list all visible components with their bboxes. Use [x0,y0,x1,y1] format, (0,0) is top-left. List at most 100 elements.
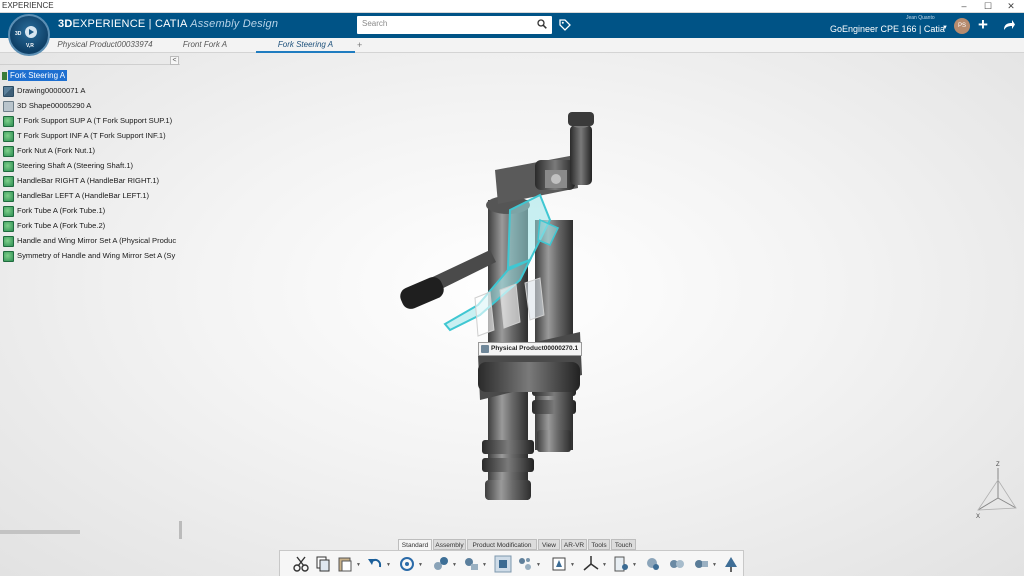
measure-icon[interactable] [644,555,662,573]
tree-item-steering-shaft[interactable]: Steering Shaft A (Steering Shaft.1) [3,159,181,173]
shape-icon [3,100,14,112]
share-icon[interactable] [1002,18,1016,32]
tree-root[interactable]: Fork Steering A [2,70,68,81]
chevron-down-icon[interactable]: ▼ [712,562,717,568]
tree-item-label: Handle and Wing Mirror Set A (Physical P… [17,236,177,245]
tree-item-label: Fork Tube A (Fork Tube.1) [17,206,106,215]
compass-icon[interactable] [582,555,600,573]
tree-item-fork-nut[interactable]: Fork Nut A (Fork Nut.1) [3,144,181,158]
tree-item-label: 3D Shape00005290 A [17,101,92,110]
brand-text: EXPERIENCE | CATIA [72,18,187,30]
action-bar: ▼ ▼ ▼ ▼ ▼ ▼ ▼ ▼ ▼ ▼ [279,550,744,576]
tree-item-fork-support-sup[interactable]: T Fork Support SUP A (T Fork Support SUP… [3,114,181,128]
explode-icon[interactable] [516,555,534,573]
update-icon[interactable] [398,555,416,573]
add-icon[interactable]: + [978,16,988,34]
chevron-down-icon[interactable]: ▼ [386,562,391,568]
tab-physical-product[interactable]: Physical Product00033974 [55,38,155,53]
publish-icon[interactable] [722,555,740,573]
tree-item-label: Fork Nut A (Fork Nut.1) [17,146,96,155]
tree-item-fork-tube-2[interactable]: Fork Tube A (Fork Tube.2) [3,219,181,233]
section-touch[interactable]: Touch [611,539,636,550]
tree-item-handlebar-left[interactable]: HandleBar LEFT A (HandleBar LEFT.1) [3,189,181,203]
section-standard[interactable]: Standard [398,539,432,550]
compass-3d-label: 3D [15,31,22,37]
chevron-down-icon[interactable]: ▼ [482,562,487,568]
chevron-down-icon[interactable]: ▼ [356,562,361,568]
axis-x-label: X [976,514,980,520]
product-icon [481,345,489,353]
app-header: 3DEXPERIENCE | CATIA Assembly Design Sea… [0,13,1024,38]
search-box[interactable]: Search [357,16,552,34]
clash-icon[interactable] [692,555,710,573]
section-view[interactable]: View [538,539,560,550]
avatar[interactable]: PS [954,18,970,34]
tree-item-drawing[interactable]: Drawing00000071 A [3,84,181,98]
minimize-button[interactable]: – [953,0,975,12]
manipulate-icon[interactable] [550,555,568,573]
tree-item-label: HandleBar RIGHT A (HandleBar RIGHT.1) [17,176,160,185]
section-ar-vr[interactable]: AR-VR [561,539,587,550]
search-icon[interactable] [537,19,547,29]
tree-root-label: Fork Steering A [8,70,68,81]
tree-item-handlebar-right[interactable]: HandleBar RIGHT A (HandleBar RIGHT.1) [3,174,181,188]
section-product-modification[interactable]: Product Modification [467,539,537,550]
chevron-down-icon[interactable]: ▼ [602,562,607,568]
selection-label[interactable]: Physical Product00000270.1 [478,342,583,356]
collapse-tree-button[interactable]: < [170,56,179,65]
copy-icon[interactable] [314,555,332,573]
product-root-icon [2,71,7,80]
chevron-down-icon[interactable]: ▼ [632,562,637,568]
tree-item-fork-tube-1[interactable]: Fork Tube A (Fork Tube.1) [3,204,181,218]
paste-icon[interactable] [336,555,354,573]
part-icon [3,205,14,217]
tree-item-label: Fork Tube A (Fork Tube.2) [17,221,106,230]
tab-fork-steering[interactable]: Fork Steering A [256,38,355,53]
section-tools[interactable]: Tools [588,539,610,550]
tree-item-fork-support-inf[interactable]: T Fork Support INF A (T Fork Support INF… [3,129,181,143]
chevron-down-icon[interactable]: ▼ [536,562,541,568]
tag-icon[interactable] [558,18,572,32]
maximize-button[interactable]: ☐ [977,0,999,12]
compass-button[interactable]: 3D V,R [8,14,50,56]
tree-item-3d-shape[interactable]: 3D Shape00005290 A [3,99,181,113]
new-tab-button[interactable]: + [357,38,362,52]
os-title-bar: EXPERIENCE – ☐ ✕ [0,0,1024,13]
part-icon [3,175,14,187]
search-placeholder: Search [362,19,388,28]
tree-item-label: T Fork Support SUP A (T Fork Support SUP… [17,116,173,125]
play-icon [25,26,37,38]
tree-item-symmetry-mirror-set[interactable]: Symmetry of Handle and Wing Mirror Set A… [3,249,181,263]
os-window-title: EXPERIENCE [2,1,54,10]
axis-z-label: Z [996,462,1000,468]
snap-icon[interactable] [432,555,450,573]
section-icon[interactable] [668,555,686,573]
fork-steering-model[interactable] [390,100,630,520]
tenant-selector[interactable]: GoEngineer CPE 166 | Catia [830,24,945,34]
chevron-down-icon[interactable]: ▼ [418,562,423,568]
tab-front-fork[interactable]: Front Fork A [170,38,240,53]
tree-item-handle-mirror-set[interactable]: Handle and Wing Mirror Set A (Physical P… [3,234,181,248]
filter-icon[interactable] [612,555,630,573]
app-name: Assembly Design [190,18,279,30]
undo-icon[interactable] [366,555,384,573]
close-button[interactable]: ✕ [1000,0,1022,12]
drawing-icon [3,85,14,97]
specification-tree: < Fork Steering A Drawing00000071 A 3D S… [0,53,182,539]
compass-vr-label: V,R [26,43,34,49]
section-assembly[interactable]: Assembly [433,539,466,550]
selection-label-text: Physical Product00000270.1 [491,345,579,352]
part-icon [3,250,14,262]
fix-icon[interactable] [494,555,512,573]
tree-horizontal-scrollbar[interactable] [0,530,80,534]
cut-icon[interactable] [292,555,310,573]
chevron-down-icon[interactable]: ▼ [942,25,948,31]
tree-vertical-scrollbar[interactable] [179,521,182,539]
part-icon [3,145,14,157]
chevron-down-icon[interactable]: ▼ [570,562,575,568]
engineering-connection-icon[interactable] [462,555,480,573]
brand-3d: 3D [58,18,73,30]
chevron-down-icon[interactable]: ▼ [452,562,457,568]
part-icon [3,220,14,232]
axis-triad-icon[interactable]: Z X [968,458,1020,520]
